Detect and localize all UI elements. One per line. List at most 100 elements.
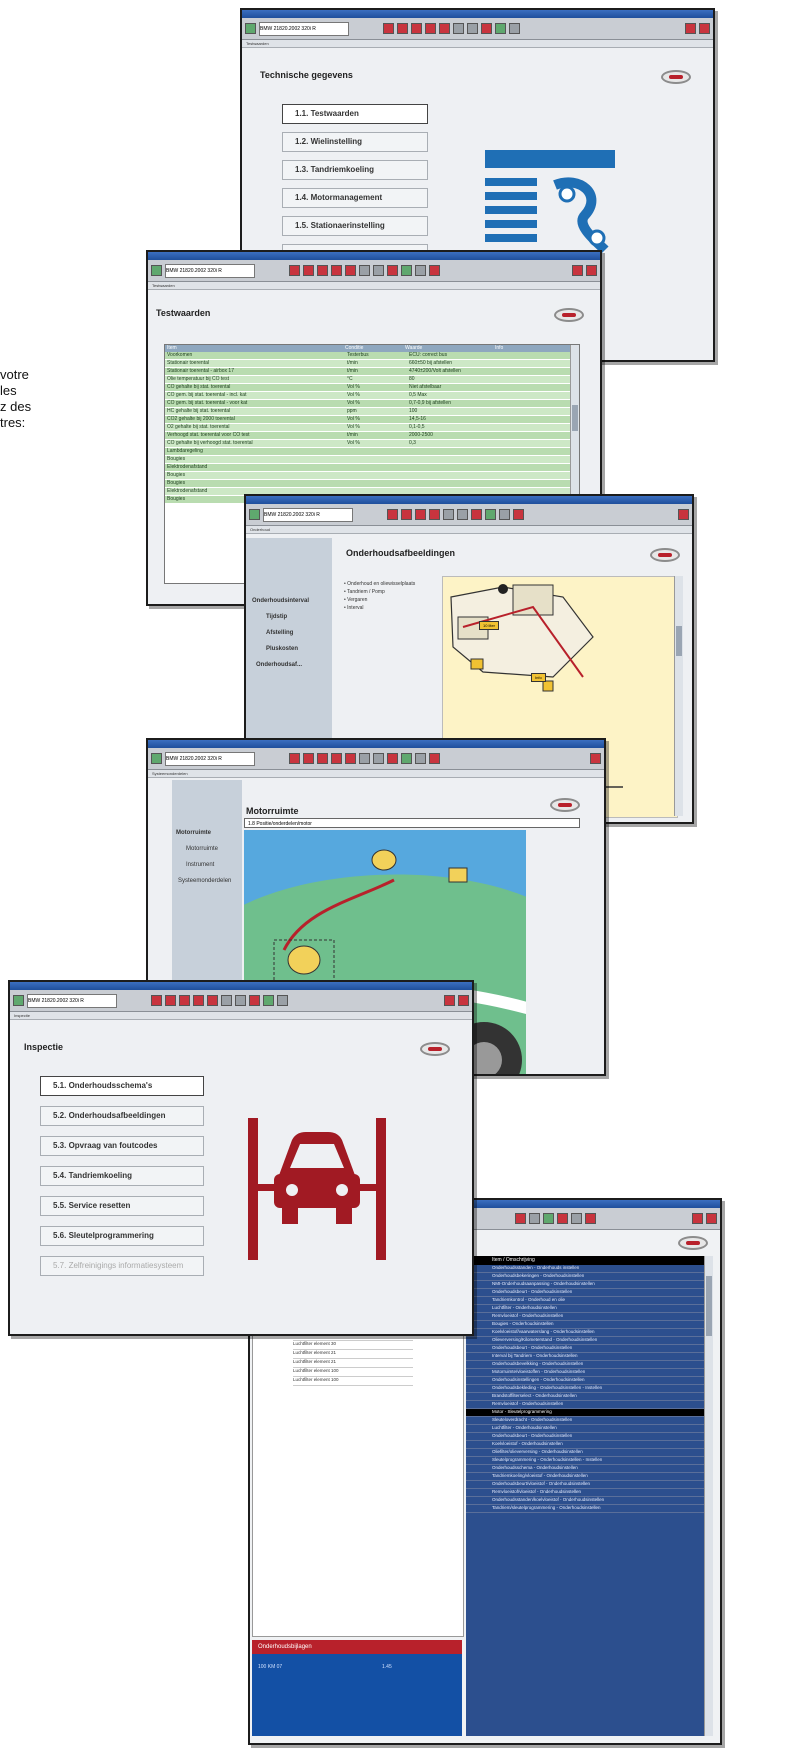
warning-icon[interactable] <box>481 23 492 34</box>
car-icon[interactable] <box>331 753 342 764</box>
help-icon[interactable] <box>586 265 597 276</box>
list-item[interactable]: Tandriemkontrol - Onderhoud en olie <box>466 1297 704 1305</box>
table-icon[interactable] <box>467 23 478 34</box>
exit-icon[interactable] <box>572 265 583 276</box>
sidebar-item-systeemonderdelen[interactable]: Systeemonderdelen <box>178 878 231 884</box>
sidebar-item-motorruimte[interactable]: Motorruimte <box>176 830 211 836</box>
list-item[interactable]: Onderhoudsbeurt - Onderhoudsinstellen <box>466 1345 704 1353</box>
sidebar-item-onderhoudsinterval[interactable]: Onderhoudsinterval <box>252 598 309 604</box>
back-icon[interactable] <box>383 23 394 34</box>
table-row[interactable]: Bougies <box>165 472 579 480</box>
exit-icon[interactable] <box>685 23 696 34</box>
app-icon[interactable] <box>13 995 24 1006</box>
table-row[interactable]: O2 gehalte bij stat. toerental Vol % 0,1-0… <box>165 424 579 432</box>
list-item[interactable]: Luchtfilter element 30 <box>293 1341 413 1350</box>
list-item[interactable]: Sleuteloverdracht - Onderhoudsinstellen <box>466 1417 704 1425</box>
sidebar-item-pluskosten[interactable]: Pluskosten <box>266 646 298 652</box>
list-item[interactable]: Onderhoudsstanden/koelvloeistof - Onderh… <box>466 1497 704 1505</box>
tool-icon[interactable] <box>179 995 190 1006</box>
grid-icon[interactable] <box>359 265 370 276</box>
print-icon[interactable] <box>401 753 412 764</box>
list-item[interactable]: Luchtfilter - Onderhoudsinstellen <box>466 1305 704 1313</box>
list-item[interactable]: Onderhoudsbekeringen - Onderhoudsinstell… <box>466 1273 704 1281</box>
app-icon[interactable] <box>151 265 162 276</box>
list-item[interactable]: • Onderhoud en oliewisselplaats <box>344 580 415 588</box>
list-item[interactable]: Onderhoudsbekleding - Onderhoudsinstelle… <box>466 1385 704 1393</box>
list-item[interactable]: Remvloeistof - Onderhoudsinstellen <box>466 1313 704 1321</box>
table-row[interactable]: CO gehalte bij verhoogd stat. toerental V… <box>165 440 579 448</box>
list-item[interactable]: Onderhoudsschema - Onderhoudsinstellen <box>466 1465 704 1473</box>
table-row[interactable]: Bougies <box>165 480 579 488</box>
list-item[interactable]: Tandriemkoeling/vloeistof - Onderhoudsin… <box>466 1473 704 1481</box>
engine-icon[interactable] <box>401 509 412 520</box>
list-item[interactable]: Bougies - Onderhoudsinstellen <box>466 1321 704 1329</box>
list-item[interactable]: Oliefilter/olieverversing - Onderhoudsin… <box>466 1449 704 1457</box>
menu-item-tandriemkoeling[interactable]: 5.4. Tandriemkoeling <box>40 1166 204 1186</box>
exit-icon[interactable] <box>444 995 455 1006</box>
table-row[interactable]: CO2 gehalte bij 2000 toerental Vol % 14,5-… <box>165 416 579 424</box>
print-icon[interactable] <box>263 995 274 1006</box>
grid-icon[interactable] <box>571 1213 582 1224</box>
exit-icon[interactable] <box>590 753 601 764</box>
list-item[interactable]: Onderhoudsbevelkking - Onderhoudsinstell… <box>466 1361 704 1369</box>
settings-icon[interactable] <box>499 509 510 520</box>
print-icon[interactable] <box>495 23 506 34</box>
print-icon[interactable] <box>485 509 496 520</box>
lift-icon[interactable] <box>207 995 218 1006</box>
sidebar-item-afstelling[interactable]: Afstelling <box>266 630 293 636</box>
menu-item-testwaarden[interactable]: 1.1. Testwaarden <box>282 104 428 124</box>
help-icon[interactable] <box>706 1213 717 1224</box>
back-icon[interactable] <box>289 265 300 276</box>
list-item[interactable]: Onderhoudsbeurt/vloeistof - Onderhoudsin… <box>466 1481 704 1489</box>
table-row[interactable]: HC gehalte bij stat. toerental ppm 100 <box>165 408 579 416</box>
menu-item-tandriemkoeling[interactable]: 1.3. Tandriemkoeling <box>282 160 428 180</box>
lift-icon[interactable] <box>345 265 356 276</box>
exit-icon[interactable] <box>678 509 689 520</box>
menu-item-sleutelprogrammering[interactable]: 5.6. Sleutelprogrammering <box>40 1226 204 1246</box>
app-icon[interactable] <box>151 753 162 764</box>
list-item[interactable]: • Interval <box>344 604 415 612</box>
list-item[interactable]: Onderhoudsbeurt - Onderhoudsinstellen <box>466 1289 704 1297</box>
help-icon[interactable] <box>458 995 469 1006</box>
warning-icon[interactable] <box>387 265 398 276</box>
tool-icon[interactable] <box>411 23 422 34</box>
vehicle-select[interactable]: BMW 21820.2002 320i R <box>263 507 353 522</box>
vehicle-select[interactable]: BMW 21820.2002 320i R <box>27 993 117 1008</box>
warning-icon[interactable] <box>471 509 482 520</box>
sidebar-item-onderhoudsaf[interactable]: Onderhoudsaf... <box>256 662 302 668</box>
info-icon[interactable] <box>429 753 440 764</box>
settings-icon[interactable] <box>509 23 520 34</box>
tool-icon[interactable] <box>317 265 328 276</box>
engine-icon[interactable] <box>303 265 314 276</box>
grid-icon[interactable] <box>221 995 232 1006</box>
grid-icon[interactable] <box>443 509 454 520</box>
table-row[interactable]: Verhoogd stat. toerental voor CO test t/m… <box>165 432 579 440</box>
exit-icon[interactable] <box>692 1213 703 1224</box>
list-item[interactable]: Olieverversing/Kilometerstand - Onderhou… <box>466 1337 704 1345</box>
print-icon[interactable] <box>543 1213 554 1224</box>
close-icon[interactable] <box>557 1213 568 1224</box>
engine-icon[interactable] <box>303 753 314 764</box>
table-row[interactable]: Voorkomen Testerbus ECU: correct bus <box>165 352 579 360</box>
lift-icon[interactable] <box>439 23 450 34</box>
info-icon[interactable] <box>513 509 524 520</box>
settings-icon[interactable] <box>529 1213 540 1224</box>
menu-item-foutcodes[interactable]: 5.3. Opvraag van foutcodes <box>40 1136 204 1156</box>
list-item[interactable]: Luchtfilter element 100 <box>293 1377 413 1386</box>
sidebar-item-tijdstip[interactable]: Tijdstip <box>266 614 287 620</box>
list-item[interactable]: Remvloeistof - Onderhoudsinstellen <box>466 1401 704 1409</box>
list-item[interactable]: • Vergaren <box>344 596 415 604</box>
settings-icon[interactable] <box>415 753 426 764</box>
list-item[interactable]: • Tandriem / Pomp <box>344 588 415 596</box>
menu-item-onderhoudsafbeeldingen[interactable]: 5.2. Onderhoudsafbeeldingen <box>40 1106 204 1126</box>
back-icon[interactable] <box>289 753 300 764</box>
menu-item-zelfreinigings[interactable]: 5.7. Zelfreinigings informatiesysteem <box>40 1256 204 1276</box>
list-item[interactable]: Interval bij Tandriem - Onderhoudsinstel… <box>466 1353 704 1361</box>
table-row[interactable]: Olie temperatuur bij CO test °C 80 <box>165 376 579 384</box>
table-icon[interactable] <box>235 995 246 1006</box>
table-row[interactable]: Stationair toerental - airbox 17 t/min 474… <box>165 368 579 376</box>
grid-icon[interactable] <box>359 753 370 764</box>
search-icon[interactable] <box>515 1213 526 1224</box>
engine-icon[interactable] <box>397 23 408 34</box>
tool-icon[interactable] <box>317 753 328 764</box>
